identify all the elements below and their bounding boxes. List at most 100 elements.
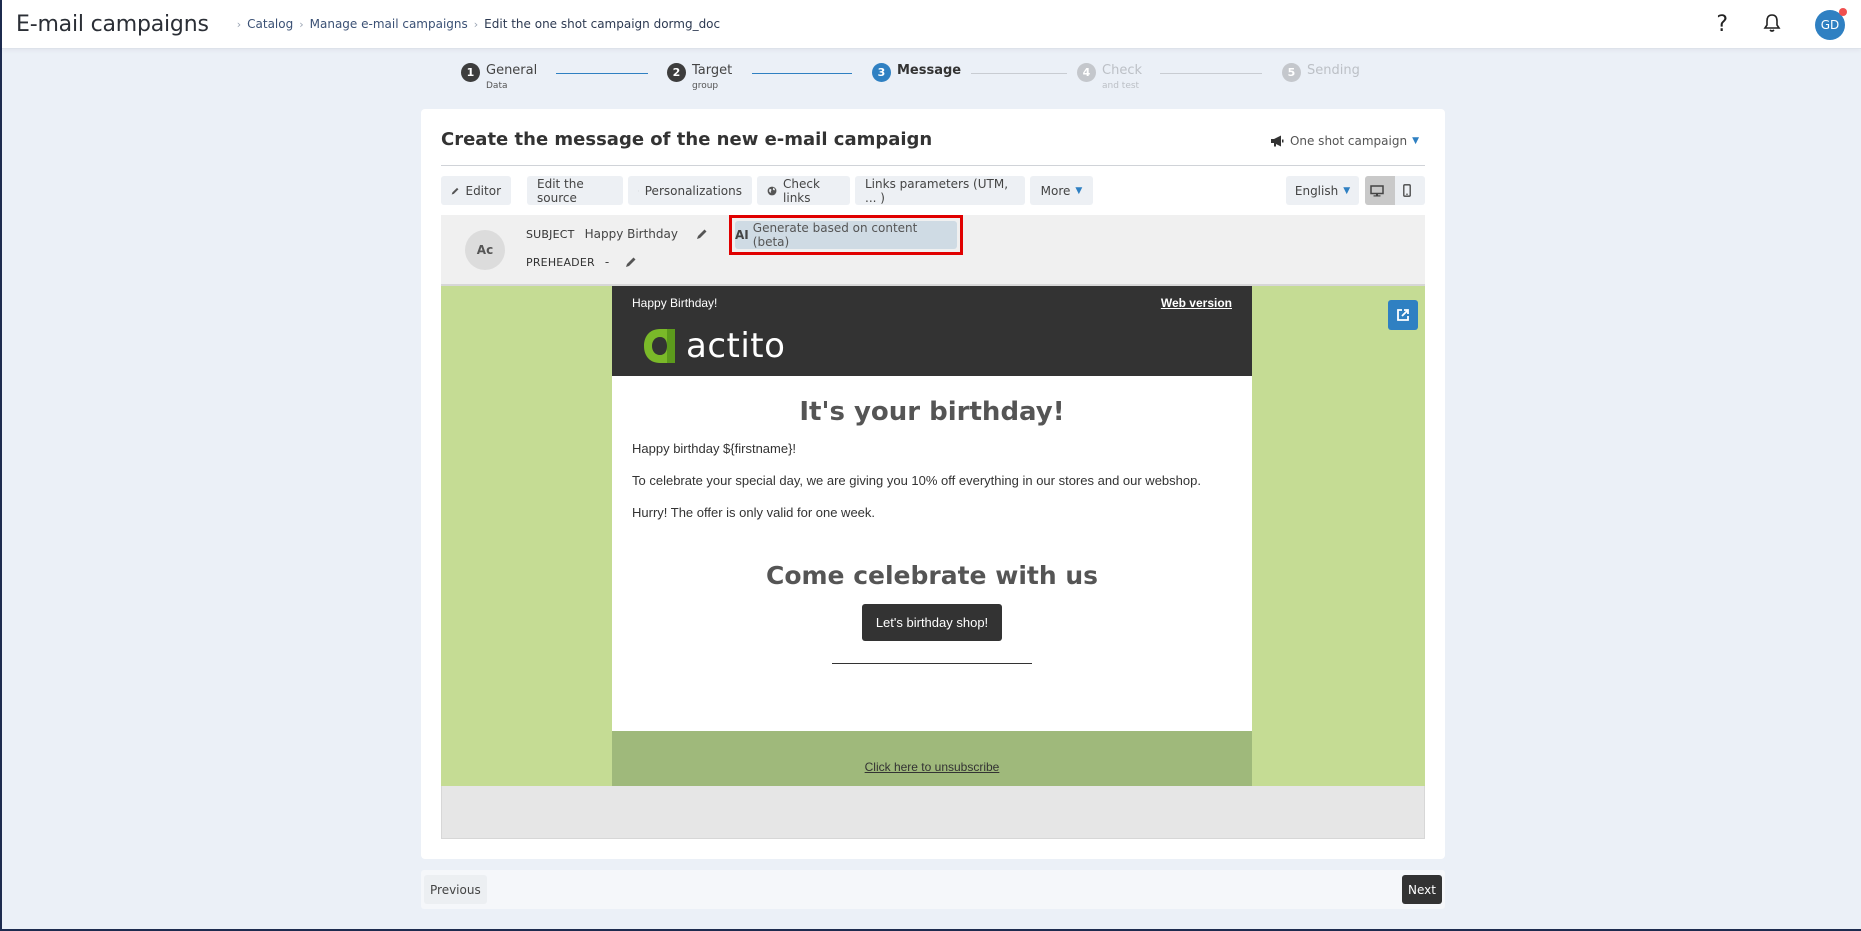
notification-dot: [1839, 7, 1847, 16]
step-connector: [1160, 73, 1262, 74]
email-heading: It's your birthday!: [799, 397, 1065, 427]
cta-wrapper: Let's birthday shop!: [612, 604, 1252, 641]
email-paragraph: To celebrate your special day, we are gi…: [632, 473, 1201, 488]
ai-generate-label: Generate based on content (beta): [752, 221, 918, 249]
email-footer: Click here to unsubscribe: [612, 731, 1252, 786]
actito-logo-icon: [644, 329, 675, 363]
pencil-icon[interactable]: [625, 256, 637, 268]
card-title: Create the message of the new e-mail cam…: [441, 129, 933, 150]
subject-bar: Ac SUBJECT Happy Birthday PREHEADER - AI…: [441, 215, 1425, 286]
editor-button[interactable]: Editor: [441, 176, 511, 205]
bell-icon[interactable]: [1763, 13, 1781, 37]
links-parameters-label: Links parameters (UTM, ... ): [865, 176, 1009, 205]
check-links-label: Check links: [783, 176, 820, 205]
step-label: Check: [1102, 63, 1142, 78]
links-parameters-button[interactable]: Links parameters (UTM, ... ): [855, 176, 1025, 205]
subject-value: Happy Birthday: [584, 227, 678, 241]
preheader-value: -: [604, 255, 610, 269]
email-header: Happy Birthday! Web version actito: [612, 286, 1252, 376]
mobile-view-button[interactable]: [1395, 176, 1425, 205]
open-external-button[interactable]: [1388, 300, 1418, 330]
more-dropdown[interactable]: More ▼: [1030, 176, 1093, 205]
email-body: Happy Birthday! Web version actito It's …: [612, 286, 1252, 786]
desktop-icon: [1370, 184, 1384, 196]
subject-label: SUBJECT: [526, 227, 575, 241]
top-bar: E-mail campaigns › Catalog › Manage e-ma…: [2, 0, 1861, 49]
ai-icon: AI: [735, 228, 749, 242]
step-number: 1: [461, 63, 480, 82]
campaign-type-label: One shot campaign: [1289, 134, 1408, 148]
sender-avatar: Ac: [465, 230, 505, 270]
language-dropdown[interactable]: English ▼: [1286, 176, 1359, 205]
step-sub: group: [692, 81, 719, 91]
step-number: 4: [1077, 63, 1096, 82]
question-icon[interactable]: ?: [1716, 12, 1728, 37]
step-sub: and test: [1102, 81, 1140, 91]
user-initials: GD: [1820, 17, 1840, 32]
user-avatar[interactable]: GD: [1815, 7, 1847, 40]
unsubscribe-link[interactable]: Click here to unsubscribe: [612, 760, 1252, 774]
chevron-down-icon: ▼: [1075, 185, 1083, 196]
breadcrumb-separator-icon: ›: [299, 17, 304, 31]
step-number: 3: [872, 63, 891, 82]
pencil-icon: [451, 187, 459, 195]
step-label: General: [486, 63, 538, 78]
logo-text: actito: [686, 326, 786, 366]
preheader-label: PREHEADER: [526, 255, 595, 269]
desktop-view-button[interactable]: [1365, 176, 1395, 205]
header-actions: ? GD: [1716, 0, 1861, 49]
shop-cta-button[interactable]: Let's birthday shop!: [861, 604, 1003, 641]
ai-highlight-box: AI Generate based on content (beta): [729, 215, 963, 255]
step-number: 5: [1282, 63, 1301, 82]
personalizations-button[interactable]: Personalizations: [628, 176, 752, 205]
app-title: E-mail campaigns: [16, 11, 209, 37]
edit-source-button[interactable]: Edit the source: [527, 176, 623, 205]
step-message[interactable]: 3 Message: [872, 62, 961, 82]
email-paragraph: Hurry! The offer is only valid for one w…: [632, 505, 876, 520]
step-check: 4 Check and test: [1077, 62, 1142, 92]
message-card: Create the message of the new e-mail cam…: [421, 109, 1445, 859]
web-version-link[interactable]: Web version: [1161, 296, 1232, 310]
wizard-footer: Previous Next: [421, 870, 1445, 909]
breadcrumb-manage-campaigns[interactable]: Manage e-mail campaigns: [310, 17, 468, 31]
campaign-type-dropdown[interactable]: One shot campaign ▼: [1270, 134, 1419, 148]
globe-icon: [767, 186, 777, 195]
email-preview: Happy Birthday! Web version actito It's …: [441, 286, 1425, 786]
next-button[interactable]: Next: [1402, 875, 1442, 904]
check-links-button[interactable]: Check links: [757, 176, 850, 205]
subject-row: SUBJECT Happy Birthday: [526, 227, 708, 241]
breadcrumb-separator-icon: ›: [236, 17, 242, 31]
megaphone-icon: [1270, 135, 1284, 147]
language-label: English: [1294, 183, 1339, 198]
step-label: Message: [897, 63, 962, 78]
email-paragraph: Happy birthday ${firstname}!: [632, 441, 797, 456]
email-header-title: Happy Birthday!: [632, 296, 718, 310]
breadcrumb: › Catalog › Manage e-mail campaigns › Ed…: [231, 17, 720, 31]
breadcrumb-current: Edit the one shot campaign dormg_doc: [484, 17, 721, 31]
step-sending: 5 Sending: [1282, 62, 1360, 82]
step-connector: [752, 73, 852, 74]
ai-generate-button[interactable]: AI Generate based on content (beta): [735, 221, 957, 249]
edit-source-label: Edit the source: [537, 176, 584, 205]
actito-logo: actito: [642, 326, 785, 366]
email-heading-2: Come celebrate with us: [765, 561, 1099, 590]
wizard-stepper: 1 General Data 2 Target group 3 Message 4 …: [461, 62, 1361, 102]
breadcrumb-catalog[interactable]: Catalog: [247, 17, 293, 31]
step-connector: [971, 73, 1067, 74]
pencil-icon[interactable]: [696, 228, 708, 240]
more-label: More: [1040, 183, 1071, 198]
chevron-down-icon: ▼: [1412, 136, 1419, 146]
step-sub: Data: [486, 81, 508, 91]
chevron-down-icon: ▼: [1343, 185, 1351, 196]
email-divider: [832, 663, 1032, 664]
previous-button[interactable]: Previous: [424, 875, 487, 904]
editor-toolbar: Editor Edit the source Personalizations …: [441, 176, 1425, 205]
editor-label: Editor: [465, 183, 501, 198]
step-target[interactable]: 2 Target group: [667, 62, 732, 92]
divider: [441, 165, 1425, 166]
external-link-icon: [1397, 309, 1409, 321]
mobile-icon: [1403, 184, 1411, 197]
preview-bottom-area: [441, 786, 1425, 839]
breadcrumb-separator-icon: ›: [473, 17, 479, 31]
step-general[interactable]: 1 General Data: [461, 62, 537, 92]
